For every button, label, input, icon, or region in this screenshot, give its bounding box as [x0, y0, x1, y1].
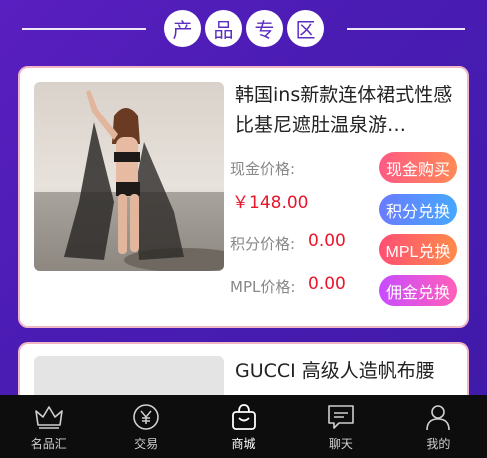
section-title-char: 产 [164, 10, 201, 47]
tab-trade[interactable]: 交易 [97, 395, 194, 458]
user-icon [426, 405, 451, 431]
tab-label: 聊天 [328, 437, 353, 451]
tab-chat[interactable]: 聊天 [292, 395, 389, 458]
bottom-tab-bar: 名品汇 交易 商城 聊天 我的 [0, 395, 487, 458]
product-image[interactable] [34, 82, 224, 271]
section-title-char: 品 [205, 10, 242, 47]
mpl-price-label: MPL价格: [230, 278, 296, 296]
shopping-bag-icon [231, 404, 256, 430]
yen-coin-icon [133, 404, 159, 430]
points-exchange-button[interactable]: 积分兑换 [379, 194, 457, 225]
tab-label: 交易 [134, 437, 159, 451]
section-title-char: 区 [287, 10, 324, 47]
mpl-price-value: 0.00 [308, 274, 346, 294]
points-price-value: 0.00 [308, 231, 346, 251]
mpl-exchange-button[interactable]: MPL兑换 [379, 234, 457, 265]
tab-mingpinhui[interactable]: 名品汇 [0, 395, 97, 458]
cash-buy-button[interactable]: 现金购买 [379, 152, 457, 183]
tab-label: 名品汇 [30, 437, 67, 451]
commission-exchange-button[interactable]: 佣金兑换 [379, 275, 457, 306]
points-price-label: 积分价格: [230, 235, 296, 253]
product-card[interactable]: 韩国ins新款连体裙式性感比基尼遮肚温泉游… 现金价格: ￥148.00 积分价… [18, 66, 469, 328]
tab-mall[interactable]: 商城 [195, 395, 292, 458]
chat-icon [328, 405, 354, 429]
section-title: 产 品 专 区 [164, 10, 324, 47]
header-divider-right [347, 28, 465, 30]
tab-label: 我的 [426, 437, 451, 451]
cash-price-label: 现金价格: [230, 160, 296, 178]
section-header: 产 品 专 区 [0, 0, 487, 58]
section-title-char: 专 [246, 10, 283, 47]
crown-icon [34, 406, 63, 429]
tab-label: 商城 [231, 437, 256, 451]
tab-mine[interactable]: 我的 [390, 395, 487, 458]
product-title[interactable]: GUCCI 高级人造帆布腰 [235, 356, 460, 386]
header-divider-left [22, 28, 146, 30]
cash-price-value: ￥148.00 [232, 193, 309, 213]
product-title[interactable]: 韩国ins新款连体裙式性感比基尼遮肚温泉游… [235, 80, 460, 142]
